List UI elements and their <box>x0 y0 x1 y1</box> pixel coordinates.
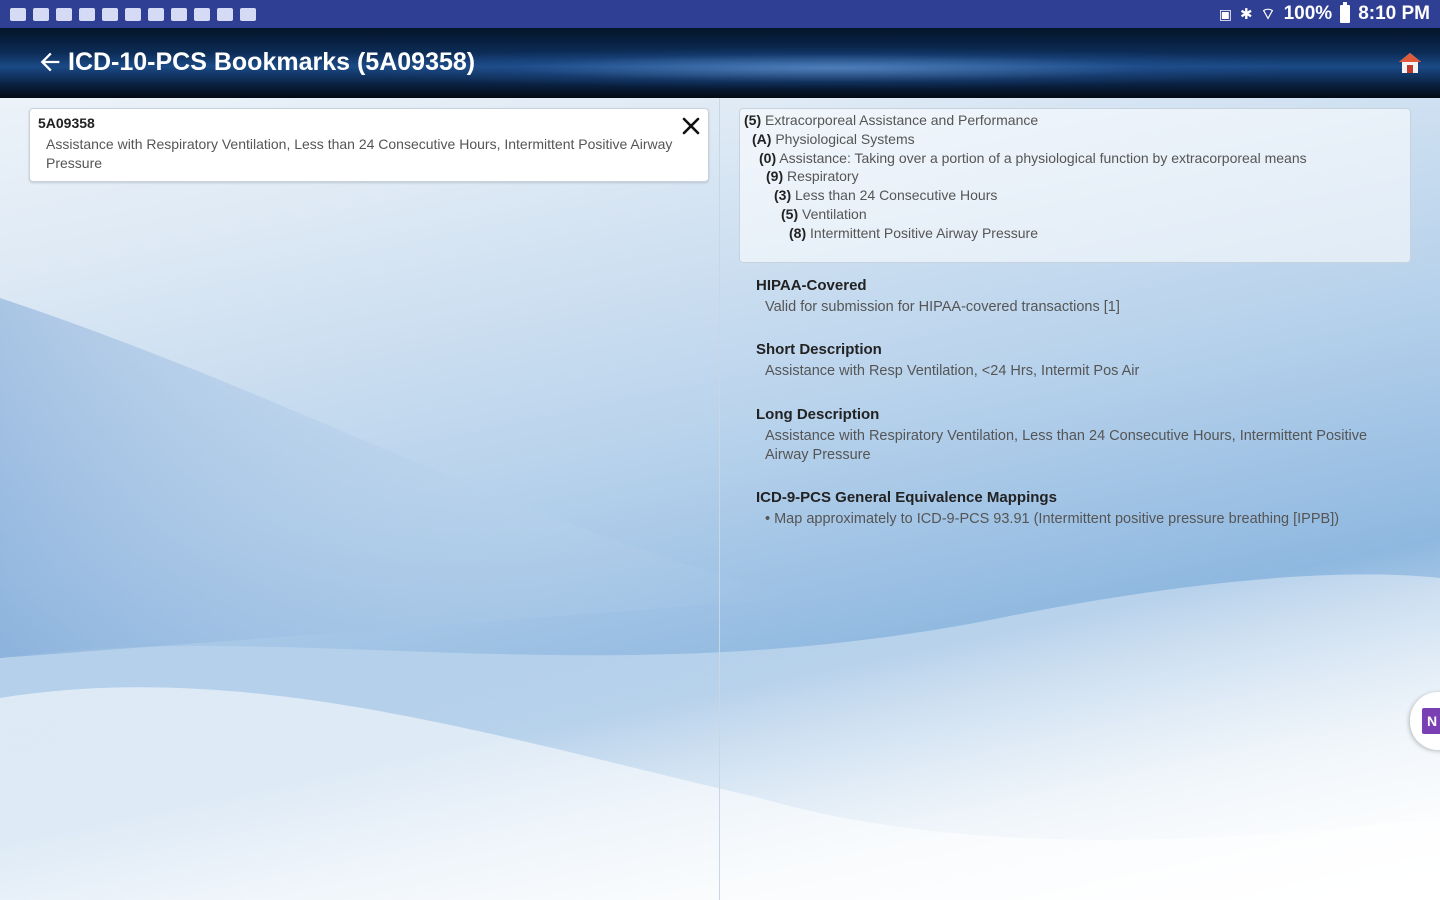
battery-percent: 100% <box>1283 3 1333 24</box>
notification-icon <box>194 7 210 21</box>
wifi-icon: ⌔ <box>1260 6 1276 23</box>
hierarchy-row: (0) Assistance: Taking over a portion of… <box>759 149 1307 166</box>
bookmark-list-item[interactable]: 5A09358 Assistance with Respiratory Vent… <box>29 108 709 182</box>
section-heading: HIPAA-Covered <box>756 277 867 294</box>
section-text: Valid for submission for HIPAA-covered t… <box>765 299 1120 315</box>
battery-icon <box>1340 2 1351 23</box>
hierarchy-row: (3) Less than 24 Consecutive Hours <box>774 187 998 204</box>
notification-icon <box>148 7 164 21</box>
section-heading: Short Description <box>756 341 882 358</box>
status-bar: ▣ ✱ ⌔ 100% 8:10 PM <box>0 0 1440 28</box>
section-heading: Long Description <box>756 406 880 423</box>
notification-icon <box>171 7 187 21</box>
hierarchy-row: (9) Respiratory <box>766 168 859 185</box>
close-icon[interactable] <box>682 117 700 135</box>
header-glow <box>380 48 1280 88</box>
notification-icons <box>10 7 256 21</box>
notification-icon <box>217 7 233 21</box>
pane-divider <box>719 98 720 900</box>
section-heading: ICD-9-PCS General Equivalence Mappings <box>756 489 1057 506</box>
notification-icon <box>79 7 95 21</box>
notification-icon <box>56 7 72 21</box>
section-text: Assistance with Respiratory Ventilation,… <box>765 428 1368 463</box>
clock: 8:10 PM <box>1358 3 1430 24</box>
home-icon[interactable] <box>1398 52 1422 74</box>
page-title: ICD-10-PCS Bookmarks (5A09358) <box>68 48 476 76</box>
back-arrow-icon[interactable] <box>36 48 64 76</box>
hierarchy-row: (5) Extracorporeal Assistance and Perfor… <box>744 112 1039 128</box>
notification-icon <box>102 7 118 21</box>
notification-icon <box>240 7 256 21</box>
code-hierarchy: (5) Extracorporeal Assistance and Perfor… <box>739 108 1411 263</box>
app-bar: ICD-10-PCS Bookmarks (5A09358) <box>0 28 1440 98</box>
bluetooth-icon: ✱ <box>1239 6 1253 23</box>
hierarchy-row: (5) Ventilation <box>781 205 867 222</box>
gem-mappings-section: ICD-9-PCS General Equivalence Mappings •… <box>756 489 1406 529</box>
long-description-section: Long Description Assistance with Respira… <box>756 406 1406 465</box>
section-text: Assistance with Resp Ventilation, <24 Hr… <box>765 363 1140 379</box>
notification-icon <box>125 7 141 21</box>
bookmark-description: Assistance with Respiratory Ventilation,… <box>46 136 673 171</box>
bookmark-code: 5A09358 <box>38 115 95 131</box>
hierarchy-row: (8) Intermittent Positive Airway Pressur… <box>789 224 1038 241</box>
section-text: • Map approximately to ICD-9-PCS 93.91 (… <box>765 511 1340 527</box>
notification-icon <box>10 7 26 21</box>
notification-icon <box>33 7 49 21</box>
onenote-icon: N <box>1422 708 1440 734</box>
hierarchy-row: (A) Physiological Systems <box>752 130 915 147</box>
onenote-floating-tab[interactable]: N <box>1410 692 1440 750</box>
nfc-icon: ▣ <box>1218 5 1232 22</box>
hipaa-section: HIPAA-Covered Valid for submission for H… <box>756 277 1406 317</box>
short-description-section: Short Description Assistance with Resp V… <box>756 341 1406 381</box>
system-indicators: ▣ ✱ ⌔ 100% 8:10 PM <box>1218 2 1430 25</box>
